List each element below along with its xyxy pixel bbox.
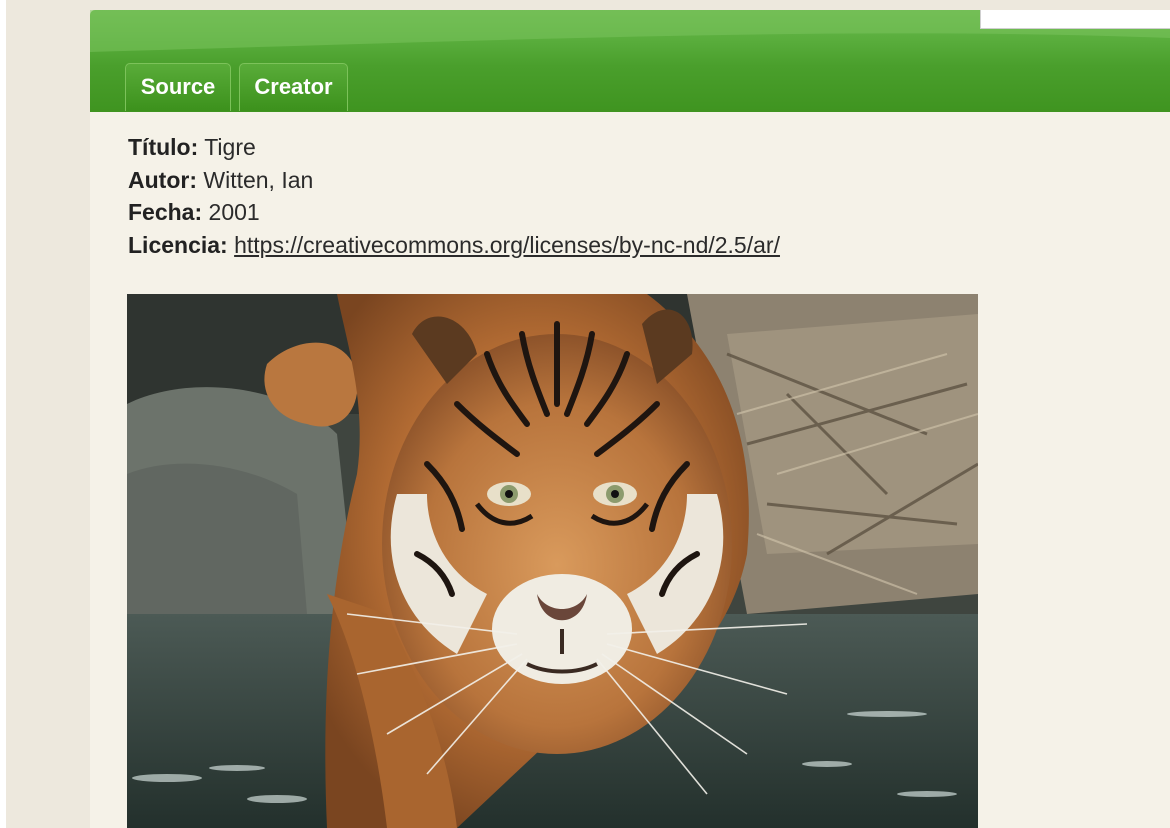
tab-creator[interactable]: Creator xyxy=(239,63,348,111)
search-input[interactable] xyxy=(980,10,1170,29)
author-value: Witten, Ian xyxy=(203,166,314,193)
date-label: Fecha: xyxy=(128,199,203,225)
page: Source Creator Título: Tigre Autor: Witt… xyxy=(0,0,1170,828)
license-label: Licencia: xyxy=(128,231,228,258)
tiger-image xyxy=(127,294,978,828)
title-row: Título: Tigre xyxy=(128,131,780,164)
title-value: Tigre xyxy=(204,134,256,160)
license-row: Licencia: https://creativecommons.org/li… xyxy=(128,229,780,262)
left-edge-strip xyxy=(0,0,6,828)
author-label: Autor: xyxy=(128,166,197,193)
tiger-photo[interactable] xyxy=(127,294,978,828)
date-value: 2001 xyxy=(208,199,260,225)
license-link[interactable]: https://creativecommons.org/licenses/by-… xyxy=(234,232,780,258)
author-row: Autor: Witten, Ian xyxy=(128,164,780,197)
title-label: Título: xyxy=(128,134,199,160)
tab-source[interactable]: Source xyxy=(125,63,231,111)
record-metadata: Título: Tigre Autor: Witten, Ian Fecha: … xyxy=(128,131,780,261)
date-row: Fecha: 2001 xyxy=(128,196,780,229)
